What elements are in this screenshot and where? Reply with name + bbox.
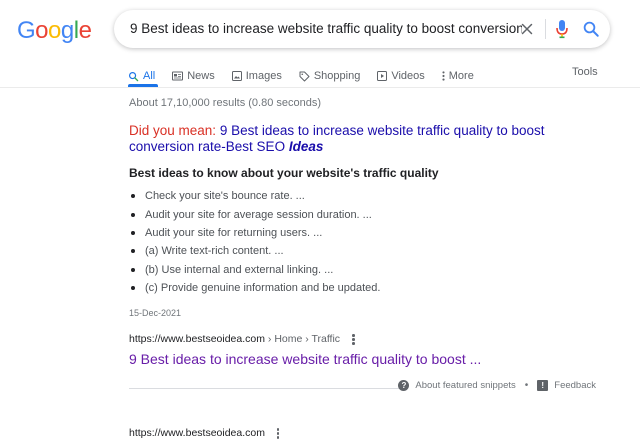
logo-letter: g <box>60 17 74 44</box>
header-divider <box>0 87 640 88</box>
tab-label: Videos <box>391 70 425 82</box>
did-you-mean: Did you mean: 9 Best ideas to increase w… <box>129 123 609 155</box>
result-url[interactable]: https://www.bestseoidea.com › Home › Tra… <box>129 333 355 345</box>
bullet-icon <box>131 249 135 254</box>
bullet-icon <box>131 212 135 217</box>
feedback-link[interactable]: Feedback <box>554 380 596 391</box>
bullet-icon <box>131 267 135 272</box>
tab-videos[interactable]: Videos <box>377 70 425 82</box>
logo-letter: e <box>78 17 92 44</box>
search-icon <box>129 71 139 81</box>
tab-label: More <box>448 70 474 82</box>
snippet-date: 15-Dec-2021 <box>129 308 182 318</box>
list-item-text: (b) Use internal and external linking. .… <box>145 263 334 276</box>
bullet-icon <box>131 286 135 291</box>
tools-button[interactable]: Tools <box>572 66 598 78</box>
more-icon <box>442 71 445 81</box>
google-logo[interactable]: Google <box>17 17 92 45</box>
result-title-link[interactable]: 9 Best ideas to increase website traffic… <box>129 351 481 367</box>
search-divider <box>545 19 546 39</box>
logo-letter: G <box>17 17 36 44</box>
list-item: Check your site's bounce rate. ... <box>129 187 380 205</box>
tab-news[interactable]: News <box>172 70 215 82</box>
did-you-mean-label: Did you mean: <box>129 123 217 138</box>
list-item: Audit your site for returning users. ... <box>129 224 380 242</box>
list-item-text: Audit your site for average session dura… <box>145 208 372 221</box>
snippet-footer: ? About featured snippets • ! Feedback <box>398 380 596 391</box>
help-icon: ? <box>398 380 410 391</box>
bullet-icon <box>131 194 135 199</box>
list-item: (b) Use internal and external linking. .… <box>129 261 380 279</box>
list-item-text: Check your site's bounce rate. ... <box>145 190 305 203</box>
tab-label: All <box>143 70 156 82</box>
tab-label: Images <box>245 70 282 82</box>
url-breadcrumb: › Home › Traffic <box>267 333 341 345</box>
list-item-text: (a) Write text-rich content. ... <box>145 245 284 258</box>
logo-letter: o <box>35 17 49 44</box>
tab-more[interactable]: More <box>442 70 474 82</box>
search-icon[interactable] <box>582 20 600 38</box>
tag-icon <box>299 71 310 81</box>
results-count: About 17,10,000 results (0.80 seconds) <box>129 97 322 109</box>
tab-label: News <box>187 70 215 82</box>
url-domain: https://www.bestseoidea.com <box>129 333 265 345</box>
snippet-title: Best ideas to know about your website's … <box>129 166 439 180</box>
snippet-footer-divider <box>129 388 401 389</box>
result-url[interactable]: https://www.bestseoidea.com <box>129 427 280 439</box>
microphone-icon[interactable] <box>555 19 569 39</box>
snippet-list: Check your site's bounce rate. ... Audit… <box>129 187 380 297</box>
search-box[interactable]: 9 Best ideas to increase website traffic… <box>114 10 610 48</box>
bullet-icon <box>131 230 135 235</box>
tab-images[interactable]: Images <box>231 70 282 82</box>
separator-dot: • <box>524 380 529 391</box>
news-icon <box>172 71 184 81</box>
url-domain: https://www.bestseoidea.com <box>129 427 265 439</box>
close-icon[interactable] <box>518 20 536 38</box>
tab-label: Shopping <box>313 70 361 82</box>
video-icon <box>377 71 388 81</box>
search-input[interactable]: 9 Best ideas to increase website traffic… <box>130 21 522 36</box>
did-you-mean-emphasis: Ideas <box>288 139 324 154</box>
tab-all[interactable]: All <box>128 70 155 82</box>
more-options-icon[interactable] <box>352 334 355 345</box>
list-item-text: (c) Provide genuine information and be u… <box>145 282 381 295</box>
tab-shopping[interactable]: Shopping <box>299 70 361 82</box>
more-options-icon[interactable] <box>276 428 280 439</box>
about-featured-snippets-link[interactable]: About featured snippets <box>415 380 515 391</box>
image-icon <box>231 71 242 81</box>
feedback-icon: ! <box>537 380 549 391</box>
list-item-text: Audit your site for returning users. ... <box>145 226 323 239</box>
list-item: (c) Provide genuine information and be u… <box>129 279 380 297</box>
search-tabs: All News Images Shopping Videos More <box>128 66 491 86</box>
logo-letter: o <box>48 17 61 44</box>
list-item: (a) Write text-rich content. ... <box>129 242 380 260</box>
list-item: Audit your site for average session dura… <box>129 205 380 223</box>
